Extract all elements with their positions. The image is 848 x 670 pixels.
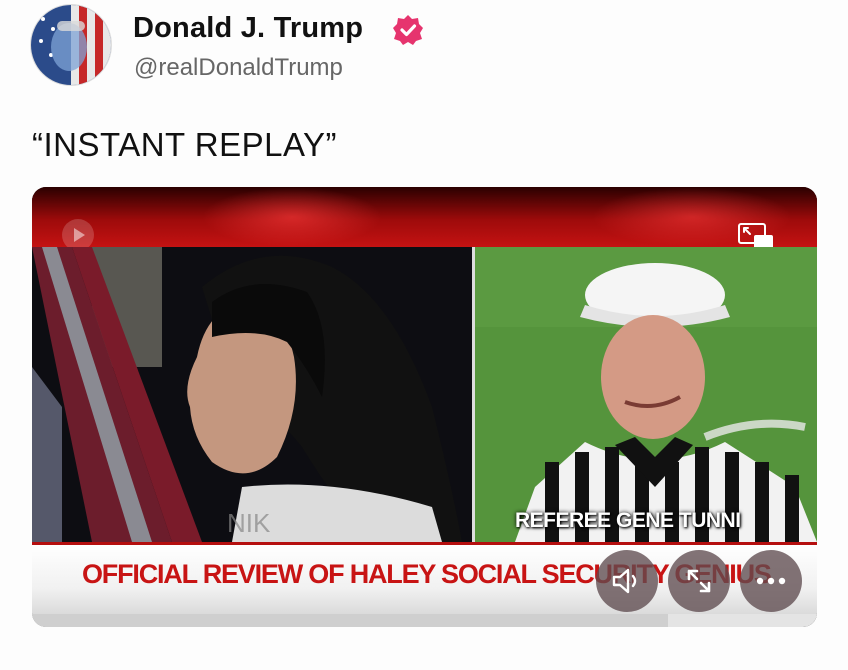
avatar[interactable]: [30, 4, 112, 86]
video-left-panel: NIK: [32, 247, 472, 542]
verified-badge-icon: [392, 14, 424, 46]
video-player[interactable]: NIK REFEREE GENE TUNNI OFFICIAL REVIEW O…: [32, 187, 817, 627]
more-options-icon: [756, 577, 786, 585]
video-progress-fill: [32, 614, 668, 627]
svg-text:NIK: NIK: [227, 508, 271, 538]
video-caption: REFEREE GENE TUNNI: [515, 509, 741, 532]
post-header: Donald J. Trump @realDonaldTrump: [30, 4, 810, 86]
video-top-banner: [32, 187, 817, 247]
more-options-button[interactable]: [740, 550, 802, 612]
video-right-panel: REFEREE GENE TUNNI: [475, 247, 817, 542]
post-text: “INSTANT REPLAY”: [32, 126, 338, 163]
author-name[interactable]: Donald J. Trump: [133, 12, 363, 45]
fullscreen-button[interactable]: [668, 550, 730, 612]
video-progress-bar[interactable]: [32, 614, 817, 627]
volume-button[interactable]: [596, 550, 658, 612]
volume-icon: [612, 568, 637, 594]
author-handle[interactable]: @realDonaldTrump: [134, 54, 343, 82]
expand-icon: [687, 569, 711, 593]
